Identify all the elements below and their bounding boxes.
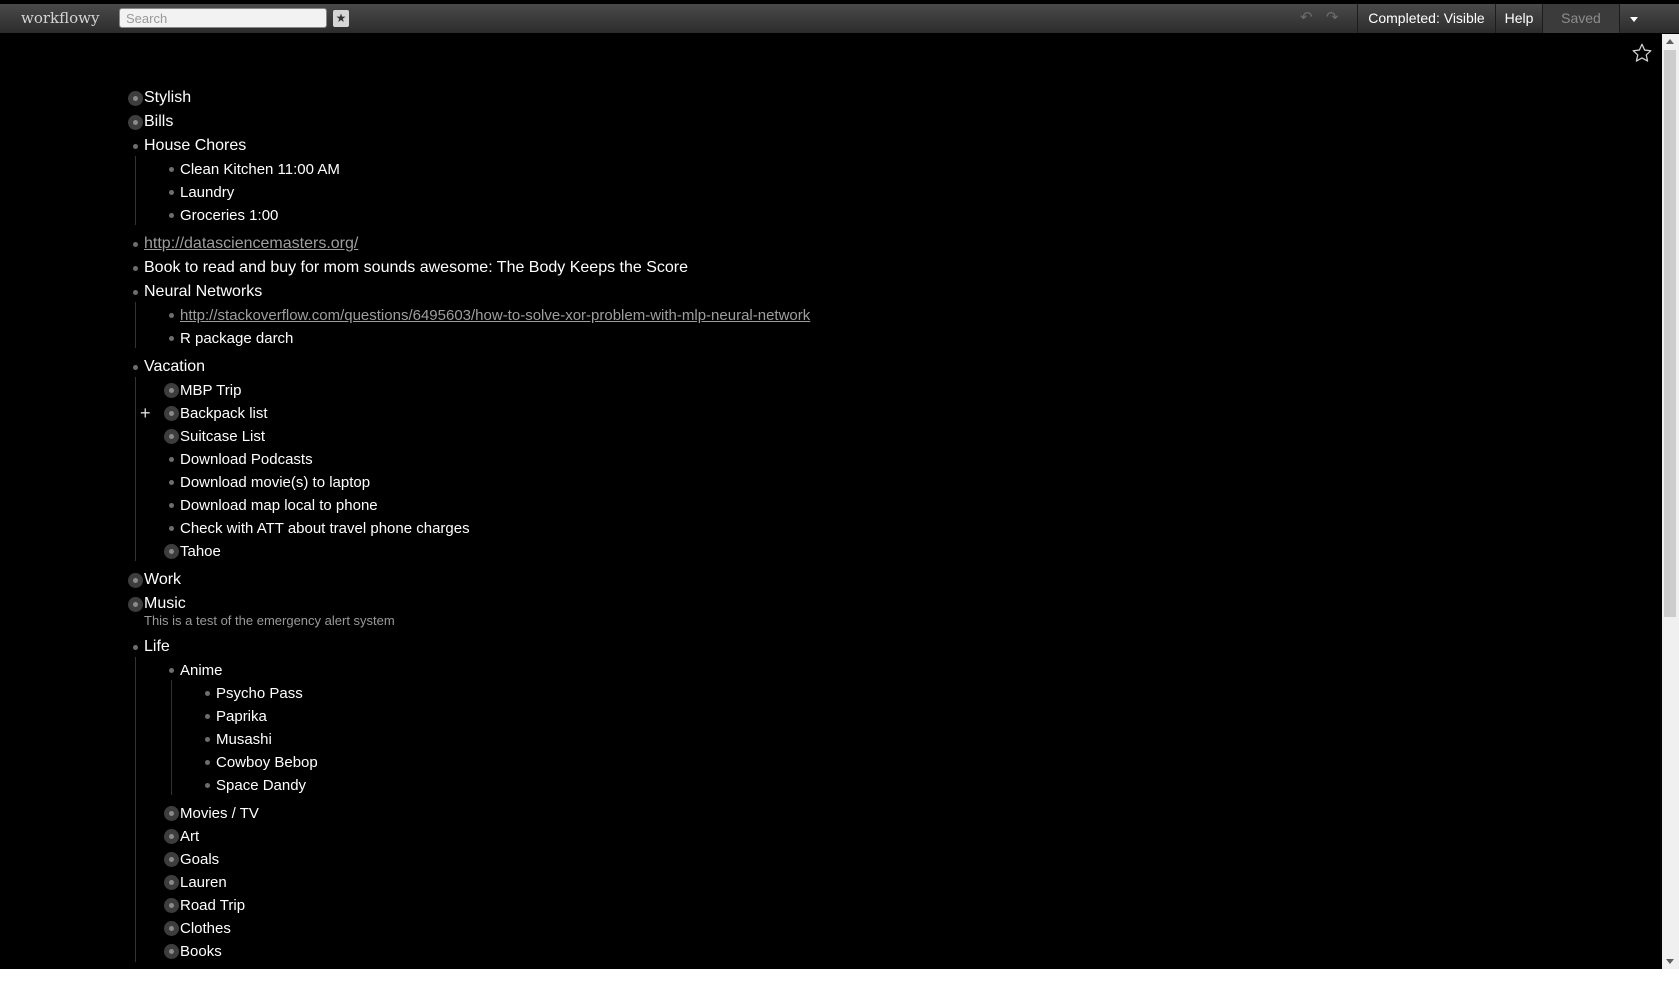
- content-bottom-edge: [0, 962, 1662, 969]
- app-window: workflowy ★ ↶ ↷ Completed: Visible Help …: [0, 0, 1679, 969]
- collapsed-bullet-icon[interactable]: [164, 544, 179, 559]
- collapsed-bullet-icon[interactable]: [164, 429, 179, 444]
- bullet-icon[interactable]: [200, 755, 215, 770]
- collapsed-bullet-icon[interactable]: [164, 875, 179, 890]
- chevron-down-icon: [1630, 16, 1638, 22]
- completed-visible-button[interactable]: Completed: Visible: [1357, 4, 1495, 33]
- child-guide-line: [135, 377, 136, 561]
- bullet-icon[interactable]: [164, 498, 179, 513]
- outline-item-book-to-read-and-buy-for-mom-sounds-awes[interactable]: Book to read and buy for mom sounds awes…: [144, 259, 688, 277]
- child-guide-line: [135, 302, 136, 348]
- search-input[interactable]: [119, 8, 327, 28]
- outline-item-lauren[interactable]: Lauren: [180, 874, 227, 891]
- child-guide-line: [135, 156, 136, 225]
- outline-item-backpack-list[interactable]: Backpack list: [180, 405, 268, 422]
- outline-item-musashi[interactable]: Musashi: [216, 731, 272, 748]
- collapsed-bullet-icon[interactable]: [164, 852, 179, 867]
- outline-item-music[interactable]: Music: [144, 595, 186, 613]
- outline-item-movies-tv[interactable]: Movies / TV: [180, 805, 259, 822]
- outline-item-cowboy-bebop[interactable]: Cowboy Bebop: [216, 754, 318, 771]
- outline-item-mbp-trip[interactable]: MBP Trip: [180, 382, 241, 399]
- vertical-scrollbar[interactable]: [1662, 34, 1679, 969]
- outline-item-art[interactable]: Art: [180, 828, 199, 845]
- outline-item-r-package-darch[interactable]: R package darch: [180, 330, 293, 347]
- outline-item-clean-kitchen-11-00-am[interactable]: Clean Kitchen 11:00 AM: [180, 161, 340, 178]
- collapsed-bullet-icon[interactable]: [164, 383, 179, 398]
- outline-item-psycho-pass[interactable]: Psycho Pass: [216, 685, 303, 702]
- bullet-icon[interactable]: [164, 452, 179, 467]
- bullet-icon[interactable]: [164, 308, 179, 323]
- bullet-icon[interactable]: [164, 162, 179, 177]
- outline-item-goals[interactable]: Goals: [180, 851, 219, 868]
- scroll-up-icon[interactable]: [1666, 39, 1674, 44]
- outline-item-download-movie-s-to-laptop[interactable]: Download movie(s) to laptop: [180, 474, 370, 491]
- outline-item-groceries-1-00[interactable]: Groceries 1:00: [180, 207, 278, 224]
- bullet-icon[interactable]: [200, 732, 215, 747]
- bullet-icon[interactable]: [164, 663, 179, 678]
- star-search-button[interactable]: ★: [333, 10, 349, 27]
- outline-item-clothes[interactable]: Clothes: [180, 920, 231, 937]
- outline-item-tahoe[interactable]: Tahoe: [180, 543, 221, 560]
- bullet-icon[interactable]: [200, 709, 215, 724]
- collapsed-bullet-icon[interactable]: [128, 90, 143, 106]
- outline-item-neural-networks[interactable]: Neural Networks: [144, 283, 262, 301]
- outline-item-vacation[interactable]: Vacation: [144, 358, 205, 376]
- outline-item-road-trip[interactable]: Road Trip: [180, 897, 245, 914]
- bullet-icon[interactable]: [200, 778, 215, 793]
- redo-icon[interactable]: ↷: [1326, 8, 1339, 26]
- bullet-icon[interactable]: [128, 285, 143, 300]
- bullet-icon[interactable]: [164, 521, 179, 536]
- outline-item-books[interactable]: Books: [180, 943, 222, 960]
- scroll-down-icon[interactable]: [1666, 959, 1674, 964]
- outline-item-house-chores[interactable]: House Chores: [144, 137, 246, 155]
- outline-item-anime[interactable]: Anime: [180, 662, 223, 679]
- bullet-icon[interactable]: [200, 686, 215, 701]
- bullet-icon[interactable]: [128, 360, 143, 375]
- outline-item-check-with-att-about-travel-phone-charge[interactable]: Check with ATT about travel phone charge…: [180, 520, 470, 537]
- outline-link-datasciencemasters-org[interactable]: http://datasciencemasters.org/: [144, 235, 358, 253]
- collapsed-bullet-icon[interactable]: [164, 898, 179, 913]
- collapsed-bullet-icon[interactable]: [164, 829, 179, 844]
- bullet-icon[interactable]: [164, 331, 179, 346]
- outline-item-download-podcasts[interactable]: Download Podcasts: [180, 451, 313, 468]
- bullet-icon[interactable]: [164, 208, 179, 223]
- saved-status: Saved: [1542, 4, 1619, 33]
- undo-icon[interactable]: ↶: [1300, 8, 1313, 26]
- collapsed-bullet-icon[interactable]: [164, 944, 179, 959]
- bullet-icon[interactable]: [128, 640, 143, 655]
- collapsed-bullet-icon[interactable]: [128, 114, 143, 130]
- child-guide-line: [135, 657, 136, 969]
- bullet-icon[interactable]: [128, 261, 143, 276]
- menu-dropdown-button[interactable]: [1619, 4, 1648, 33]
- collapsed-bullet-icon[interactable]: [164, 921, 179, 936]
- scrollbar-thumb[interactable]: [1664, 50, 1676, 617]
- bullet-icon[interactable]: [128, 139, 143, 154]
- collapsed-bullet-icon[interactable]: [164, 406, 179, 421]
- help-button[interactable]: Help: [1495, 4, 1542, 33]
- outline-item-space-dandy[interactable]: Space Dandy: [216, 777, 306, 794]
- item-note[interactable]: This is a test of the emergency alert sy…: [144, 613, 395, 628]
- outline-item-bills[interactable]: Bills: [144, 113, 173, 131]
- collapsed-bullet-icon[interactable]: [128, 572, 143, 588]
- outline-item-stylish[interactable]: Stylish: [144, 89, 191, 107]
- collapsed-bullet-icon[interactable]: [164, 806, 179, 821]
- child-guide-line: [171, 680, 172, 795]
- outline-item-paprika[interactable]: Paprika: [216, 708, 267, 725]
- bullet-icon[interactable]: [164, 475, 179, 490]
- collapsed-bullet-icon[interactable]: [128, 596, 143, 612]
- bullet-icon[interactable]: [128, 237, 143, 252]
- star-icon[interactable]: [1631, 42, 1653, 64]
- outline-link-stackoverflow-com-questions-6495603-how-[interactable]: http://stackoverflow.com/questions/64956…: [180, 307, 810, 324]
- outline-item-life[interactable]: Life: [144, 638, 170, 656]
- outline-item-work[interactable]: Work: [144, 571, 181, 589]
- outline-item-download-map-local-to-phone[interactable]: Download map local to phone: [180, 497, 378, 514]
- outline-item-laundry[interactable]: Laundry: [180, 184, 234, 201]
- logo[interactable]: workflowy: [21, 9, 99, 27]
- expand-plus-icon[interactable]: +: [140, 404, 151, 422]
- outline-item-suitcase-list[interactable]: Suitcase List: [180, 428, 265, 445]
- top-bar: workflowy ★ ↶ ↷ Completed: Visible Help …: [0, 4, 1679, 34]
- bullet-icon[interactable]: [164, 185, 179, 200]
